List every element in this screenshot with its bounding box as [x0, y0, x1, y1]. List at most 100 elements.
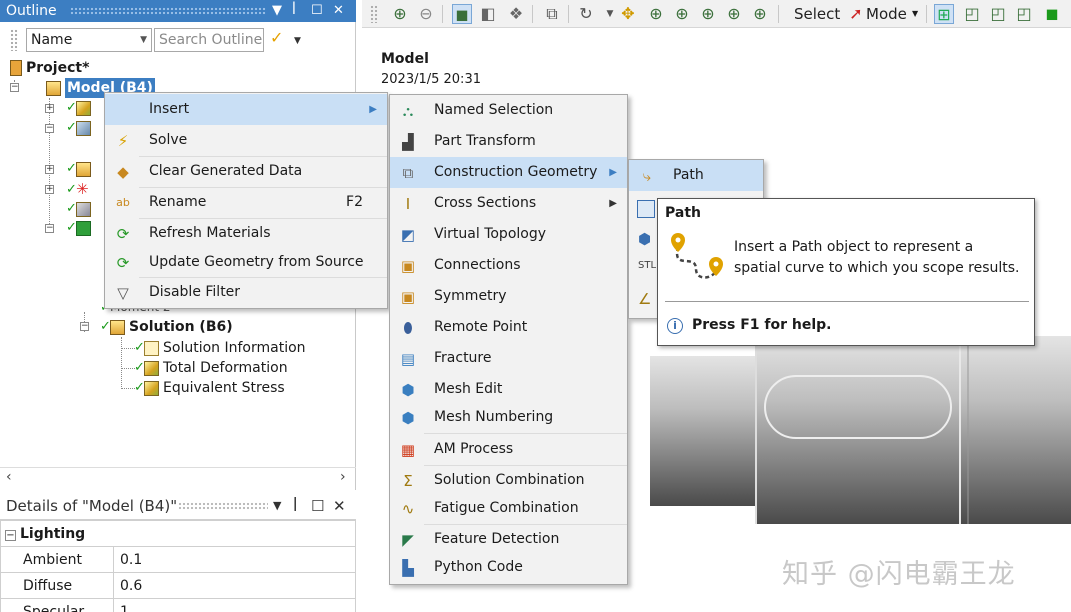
- menu-item-mesh-edit[interactable]: ⬢ Mesh Edit: [390, 374, 627, 405]
- zoom-out-icon[interactable]: ⊖: [416, 4, 436, 24]
- menu-item-named-selection[interactable]: ⛬ Named Selection: [390, 95, 627, 126]
- tree-item-coordinate-systems[interactable]: ✓: [66, 159, 95, 179]
- property-value[interactable]: 0.1: [113, 546, 356, 573]
- tree-item-solution[interactable]: ✓ Solution (B6): [100, 317, 233, 337]
- magnify-icon[interactable]: ⊕: [724, 4, 744, 24]
- collapse-toggle[interactable]: −: [45, 224, 54, 233]
- tree-item-geometry[interactable]: ✓: [66, 98, 95, 118]
- zoom-icon[interactable]: ⊕: [646, 4, 666, 24]
- menu-item-label: Named Selection: [434, 102, 554, 118]
- menu-item-disable-filter[interactable]: ▽ Disable Filter: [105, 277, 387, 308]
- wireframe-icon[interactable]: ◧: [478, 4, 498, 24]
- pin-icon[interactable]: ꟾ: [293, 492, 297, 520]
- menu-item-python-code[interactable]: ▙ Python Code: [390, 552, 627, 583]
- tree-item-equivalent-stress[interactable]: ✓ Equivalent Stress: [134, 378, 285, 398]
- menu-item-remote-point[interactable]: ⬮ Remote Point: [390, 312, 627, 343]
- menu-item-update-geometry[interactable]: ⟳ Update Geometry from Source: [105, 247, 387, 278]
- property-value[interactable]: 1: [113, 598, 356, 612]
- expand-toggle[interactable]: +: [45, 185, 54, 194]
- menu-item-am-process[interactable]: ▦ AM Process: [390, 434, 627, 465]
- horizontal-scrollbar[interactable]: ‹ ›: [0, 467, 356, 489]
- toolbar-separator: [532, 5, 533, 23]
- collapse-toggle[interactable]: −: [45, 124, 54, 133]
- collapse-toggle[interactable]: −: [80, 322, 89, 331]
- rotate-icon[interactable]: ↻: [576, 4, 596, 24]
- tree-item-solution-information[interactable]: ✓ Solution Information: [134, 338, 306, 358]
- select-edge-icon[interactable]: ◰: [988, 4, 1008, 24]
- tree-item-total-deformation[interactable]: ✓ Total Deformation: [134, 358, 288, 378]
- tree-item-mesh[interactable]: ✓: [66, 199, 95, 219]
- titlebar-grip[interactable]: [70, 7, 266, 15]
- close-icon[interactable]: ✕: [333, 492, 346, 520]
- tree-item-connections[interactable]: ✓✳: [66, 179, 89, 199]
- zoom-in-icon[interactable]: ⊕: [390, 4, 410, 24]
- menu-item-fracture[interactable]: ▤ Fracture: [390, 343, 627, 374]
- cursor-icon[interactable]: ➚: [846, 4, 866, 24]
- info-icon: [144, 340, 159, 356]
- explode-icon[interactable]: ⧉: [542, 4, 562, 24]
- shaft-model[interactable]: [650, 328, 1071, 528]
- search-input[interactable]: Search Outline: [154, 28, 264, 52]
- menu-item-insert[interactable]: Insert ▶: [105, 94, 387, 125]
- collapse-toggle[interactable]: −: [5, 529, 16, 541]
- dropdown-icon[interactable]: ▼: [273, 492, 281, 520]
- collapse-toggle[interactable]: −: [10, 83, 19, 92]
- menu-item-part-transform[interactable]: ▟ Part Transform: [390, 126, 627, 157]
- close-icon[interactable]: ✕: [333, 0, 344, 22]
- cube-view-icon[interactable]: ◼: [452, 4, 472, 24]
- search-options-icon[interactable]: ✓: [270, 28, 283, 47]
- maximize-icon[interactable]: ☐: [311, 0, 323, 22]
- zoom-extents-icon[interactable]: ⊕: [750, 4, 770, 24]
- pan-icon[interactable]: ✥: [618, 4, 638, 24]
- scroll-right-icon[interactable]: ›: [340, 469, 346, 485]
- tree-item-project[interactable]: Project*: [10, 58, 89, 78]
- mode-dropdown[interactable]: Mode: [866, 4, 907, 24]
- chevron-down-icon[interactable]: ▼: [600, 4, 620, 24]
- tree-item-label: Project*: [26, 60, 90, 76]
- menu-item-refresh-materials[interactable]: ⟳ Refresh Materials: [105, 218, 387, 249]
- select-mode-icon[interactable]: ⊞: [934, 4, 954, 24]
- maximize-icon[interactable]: ☐: [311, 492, 324, 520]
- property-row[interactable]: Specular 1: [0, 598, 356, 612]
- zoom-fit-icon[interactable]: ⊕: [698, 4, 718, 24]
- filter-dropdown[interactable]: Name ▼: [26, 28, 152, 52]
- tree-item-label: Solution Information: [163, 340, 306, 356]
- select-body-icon[interactable]: ◼: [1042, 4, 1062, 24]
- menu-item-label: Construction Geometry: [434, 164, 598, 180]
- chevron-down-icon[interactable]: ▼: [294, 36, 301, 46]
- menu-item-solution-combination[interactable]: Σ Solution Combination: [390, 465, 627, 496]
- mesh-icon: [76, 201, 91, 217]
- check-icon: ✓: [134, 340, 145, 355]
- menu-item-solve[interactable]: ⚡ Solve: [105, 125, 387, 156]
- box-zoom-icon[interactable]: ⊕: [672, 4, 692, 24]
- menu-item-path[interactable]: ⤷ Path: [629, 160, 763, 191]
- menu-item-virtual-topology[interactable]: ◩ Virtual Topology: [390, 219, 627, 250]
- menu-item-mesh-numbering[interactable]: ⬢ Mesh Numbering: [390, 402, 627, 433]
- menu-item-clear-generated-data[interactable]: ◆ Clear Generated Data: [105, 156, 387, 187]
- expand-toggle[interactable]: +: [45, 165, 54, 174]
- display-style-icon[interactable]: ❖: [506, 4, 526, 24]
- section-row[interactable]: − Lighting: [0, 520, 356, 547]
- menu-item-rename[interactable]: ab Rename F2: [105, 187, 387, 218]
- dropdown-icon[interactable]: ▼: [272, 0, 282, 22]
- menu-item-feature-detection[interactable]: ◤ Feature Detection: [390, 524, 627, 555]
- chevron-down-icon[interactable]: ▼: [912, 9, 918, 18]
- menu-item-connections[interactable]: ▣ Connections: [390, 250, 627, 281]
- property-row[interactable]: Ambient 0.1: [0, 546, 356, 573]
- select-label[interactable]: Select: [794, 4, 840, 24]
- select-face-icon[interactable]: ◰: [1014, 4, 1034, 24]
- connections-icon: ✳: [76, 180, 89, 198]
- property-value[interactable]: 0.6: [113, 572, 356, 599]
- expand-toggle[interactable]: +: [45, 104, 54, 113]
- menu-item-construction-geometry[interactable]: ⧉ Construction Geometry ▶: [390, 157, 627, 188]
- tree-item-static-structural[interactable]: ✓: [66, 218, 95, 238]
- scroll-left-icon[interactable]: ‹: [6, 469, 12, 485]
- select-vertex-icon[interactable]: ◰: [962, 4, 982, 24]
- menu-item-fatigue-combination[interactable]: ∿ Fatigue Combination: [390, 493, 627, 524]
- pin-icon[interactable]: ꟾ: [292, 0, 296, 22]
- menu-item-symmetry[interactable]: ▣ Symmetry: [390, 281, 627, 312]
- tree-item-materials[interactable]: ✓: [66, 118, 95, 138]
- titlebar-grip[interactable]: [178, 502, 268, 510]
- menu-item-cross-sections[interactable]: Ⅰ Cross Sections ▶: [390, 188, 627, 219]
- property-row[interactable]: Diffuse 0.6: [0, 572, 356, 599]
